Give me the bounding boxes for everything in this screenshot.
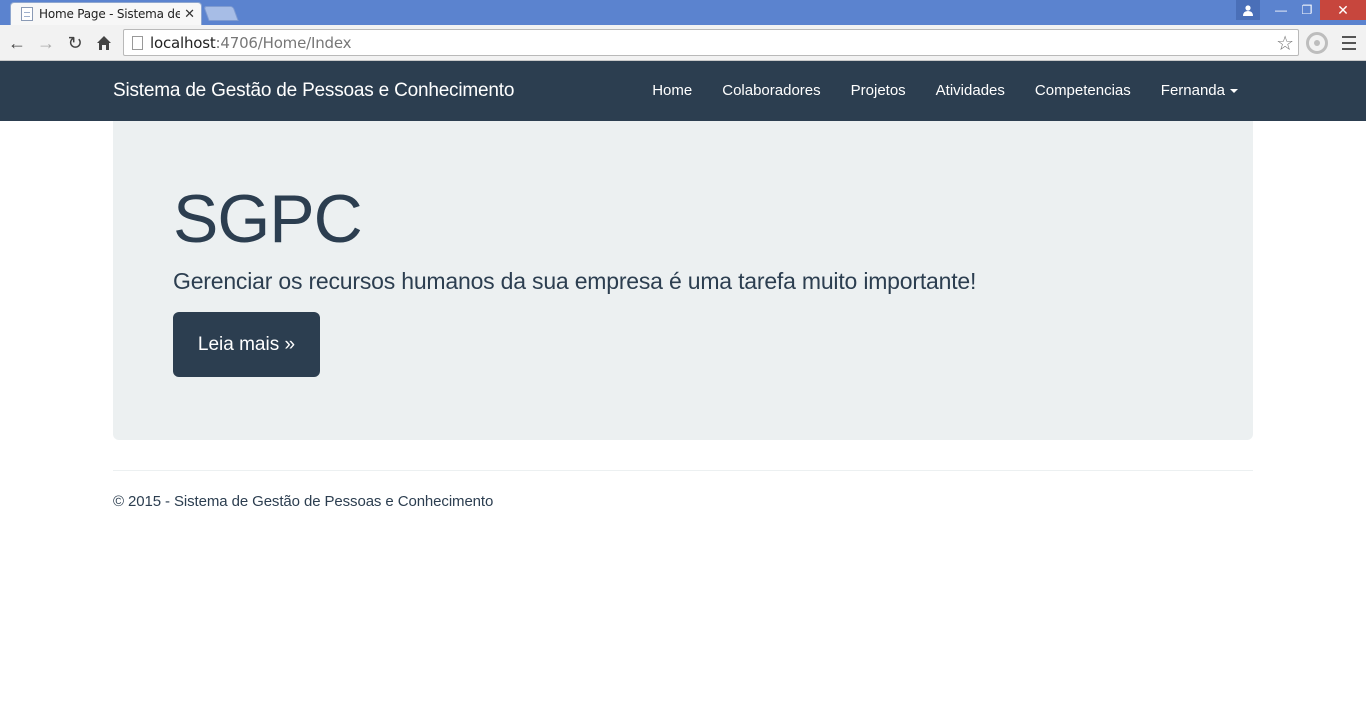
caret-down-icon	[1230, 89, 1238, 94]
extension-icon[interactable]	[1306, 32, 1328, 54]
window-controls: — ❐ ✕	[1236, 0, 1366, 20]
nav-link-atividades[interactable]: Atividades	[921, 61, 1020, 121]
lead-text: Gerenciar os recursos humanos da sua emp…	[173, 268, 977, 294]
nav-link-competencias[interactable]: Competencias	[1020, 61, 1146, 121]
page-icon	[132, 35, 143, 50]
footer-copyright: © 2015 - Sistema de Gestão de Pessoas e …	[113, 493, 494, 510]
page-title: SGPC	[173, 181, 363, 257]
back-icon[interactable]: ←	[5, 31, 29, 55]
tab-title: Home Page - Sistema de G	[39, 7, 181, 21]
user-profile-icon[interactable]	[1236, 0, 1260, 20]
nav-link-colaboradores[interactable]: Colaboradores	[707, 61, 835, 121]
nav-link-home[interactable]: Home	[637, 61, 707, 121]
home-icon[interactable]	[92, 31, 116, 55]
browser-toolbar: ← → ↻ localhost:4706/Home/Index ☆	[0, 25, 1366, 61]
navbar-brand[interactable]: Sistema de Gestão de Pessoas e Conhecime…	[113, 61, 514, 121]
site-navbar: Sistema de Gestão de Pessoas e Conhecime…	[0, 61, 1366, 121]
browser-titlebar: Home Page - Sistema de G ✕ — ❐ ✕	[0, 0, 1366, 25]
navbar-links: Home Colaboradores Projetos Atividades C…	[637, 61, 1253, 121]
new-tab-button[interactable]	[203, 6, 239, 21]
user-dropdown[interactable]: Fernanda	[1146, 61, 1253, 121]
user-name: Fernanda	[1160, 82, 1225, 99]
window-close-icon[interactable]: ✕	[1320, 0, 1366, 20]
nav-link-projetos[interactable]: Projetos	[836, 61, 921, 121]
tab-close-icon[interactable]: ✕	[184, 6, 195, 22]
address-bar[interactable]: localhost:4706/Home/Index ☆	[123, 29, 1299, 56]
browser-menu-icon[interactable]	[1340, 34, 1358, 52]
read-more-button[interactable]: Leia mais »	[173, 312, 320, 377]
page-favicon-icon	[21, 7, 33, 21]
maximize-icon[interactable]: ❐	[1294, 0, 1320, 20]
forward-icon[interactable]: →	[34, 31, 58, 55]
jumbotron: SGPC Gerenciar os recursos humanos da su…	[113, 121, 1253, 440]
minimize-icon[interactable]: —	[1268, 0, 1294, 20]
url-text: localhost:4706/Home/Index	[150, 33, 352, 52]
browser-tab-active[interactable]: Home Page - Sistema de G ✕	[10, 2, 202, 25]
bookmark-star-icon[interactable]: ☆	[1276, 31, 1294, 56]
footer-divider	[113, 470, 1253, 471]
reload-icon[interactable]: ↻	[63, 31, 87, 55]
